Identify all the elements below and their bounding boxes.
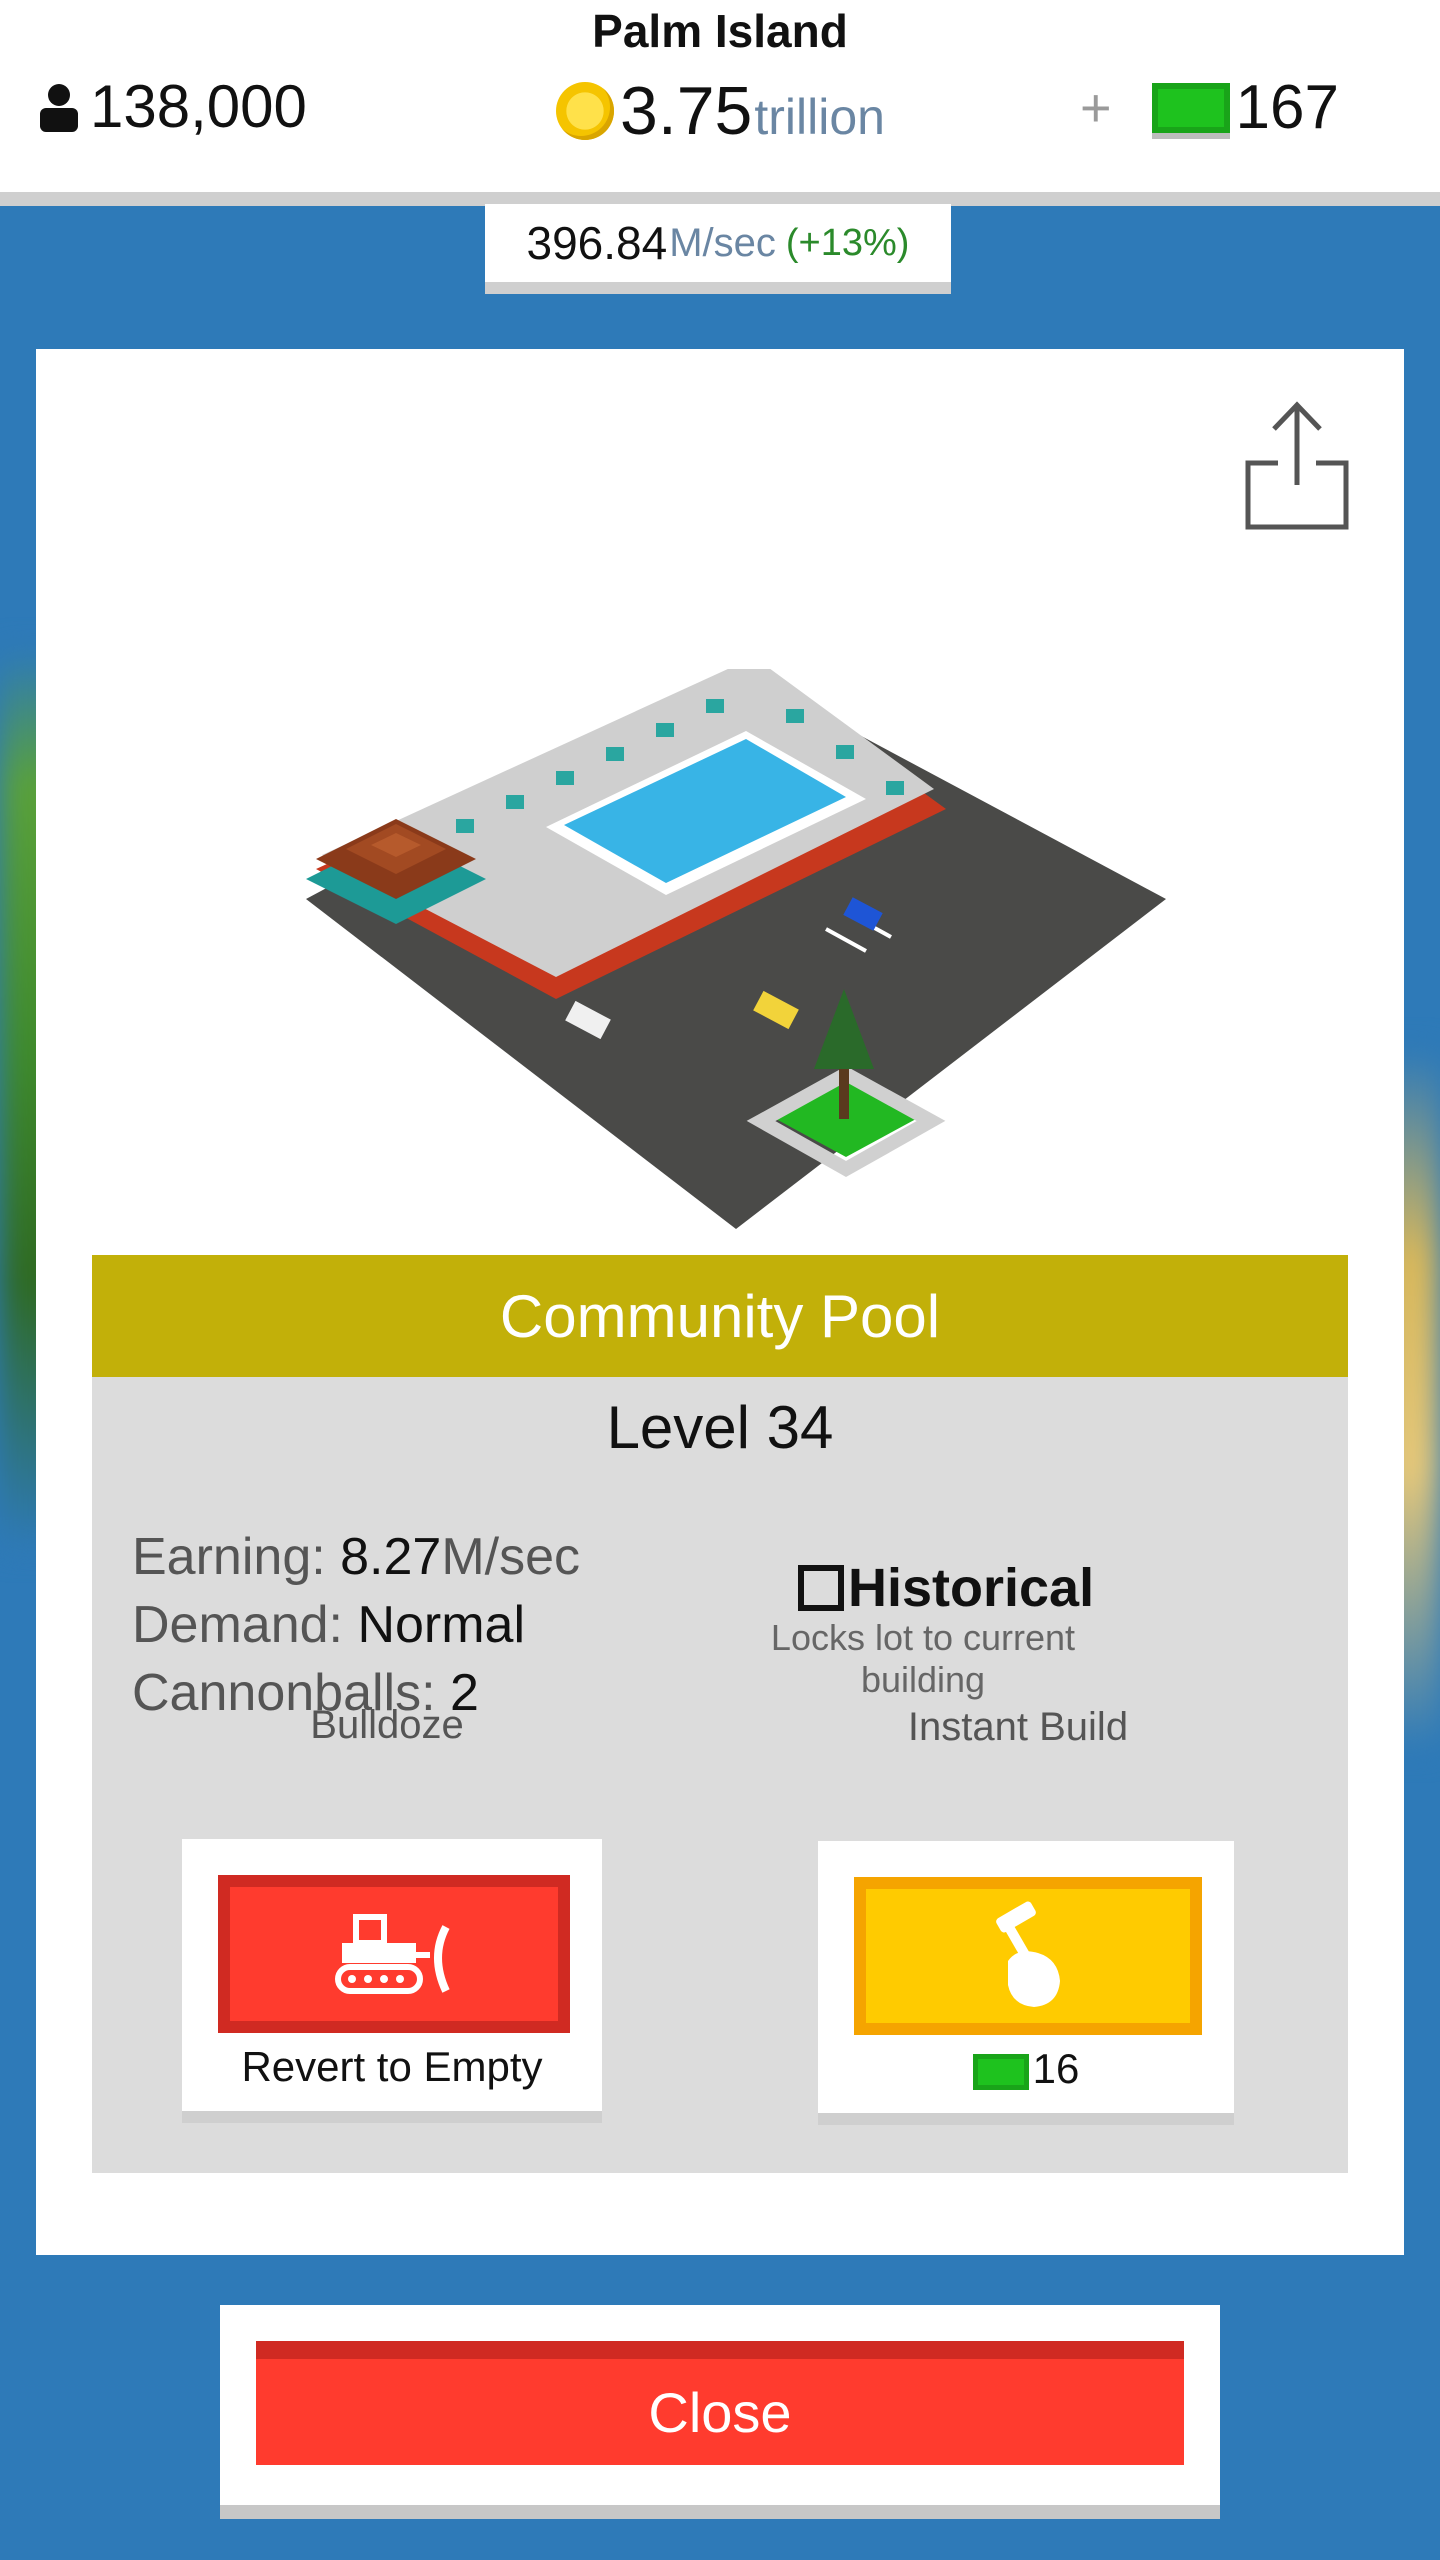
earning-row: Earning: 8.27M/sec xyxy=(132,1523,580,1591)
demand-row: Demand: Normal xyxy=(132,1591,580,1659)
rate-unit: M/sec xyxy=(669,220,776,265)
instant-build-label: Instant Build xyxy=(907,1705,1129,1749)
coin-icon xyxy=(556,82,614,140)
close-button[interactable]: Close xyxy=(256,2341,1184,2465)
bulldoze-button[interactable] xyxy=(218,1875,570,2033)
demand-value: Normal xyxy=(357,1596,526,1654)
rate-bonus: (+13%) xyxy=(785,221,910,264)
instant-build-card: 16 xyxy=(818,1841,1234,2125)
bulldozer-icon xyxy=(335,1914,450,1994)
close-card: Close xyxy=(220,2305,1220,2519)
building-stats: Earning: 8.27M/sec Demand: Normal Cannon… xyxy=(132,1523,580,1727)
person-icon xyxy=(40,83,78,132)
demand-label: Demand: xyxy=(132,1596,343,1654)
building-level: Level 34 xyxy=(606,1394,834,1461)
instant-build-cost-value: 16 xyxy=(1032,2045,1080,2092)
instant-build-button[interactable] xyxy=(854,1877,1202,2035)
earning-label: Earning: xyxy=(132,1528,326,1586)
gems-counter[interactable]: + 167 xyxy=(1080,72,1339,143)
money-counter: 3.75 trillion xyxy=(556,72,885,150)
historical-checkbox[interactable] xyxy=(798,1565,844,1611)
top-hud: Palm Island 138,000 3.75 trillion + 167 xyxy=(0,0,1440,206)
building-info-modal: Community Pool Level 34 Earning: 8.27M/s… xyxy=(36,349,1404,2255)
building-name-bar: Community Pool xyxy=(92,1255,1348,1377)
gem-icon xyxy=(972,2053,1029,2090)
instant-build-cost: 16 xyxy=(818,2045,1234,2093)
historical-toggle[interactable]: Historical xyxy=(798,1557,1094,1619)
rate-value: 396.84 xyxy=(526,217,668,269)
gems-value: 167 xyxy=(1235,73,1339,142)
earning-unit: M/sec xyxy=(441,1528,581,1586)
money-value: 3.75 xyxy=(620,73,753,149)
bulldoze-caption: Revert to Empty xyxy=(241,2043,543,2090)
gem-icon xyxy=(1151,82,1230,133)
population-counter: 138,000 xyxy=(36,72,307,141)
earning-value: 8.27 xyxy=(340,1528,442,1586)
historical-description: Locks lot to current building xyxy=(770,1617,1076,1700)
share-icon[interactable] xyxy=(1244,399,1350,531)
buy-gems-plus-icon[interactable]: + xyxy=(1080,77,1112,139)
building-illustration xyxy=(306,669,1166,1229)
bulldoze-card: Revert to Empty xyxy=(182,1839,602,2123)
bulldoze-label: Bulldoze xyxy=(310,1703,464,1747)
income-rate-tab: 396.84 M/sec (+13%) xyxy=(485,204,951,294)
money-unit: trillion xyxy=(754,89,885,145)
island-name: Palm Island xyxy=(592,5,848,57)
historical-label: Historical xyxy=(848,1558,1095,1618)
population-value: 138,000 xyxy=(90,73,307,140)
hammer-hand-icon xyxy=(996,1901,1060,2007)
